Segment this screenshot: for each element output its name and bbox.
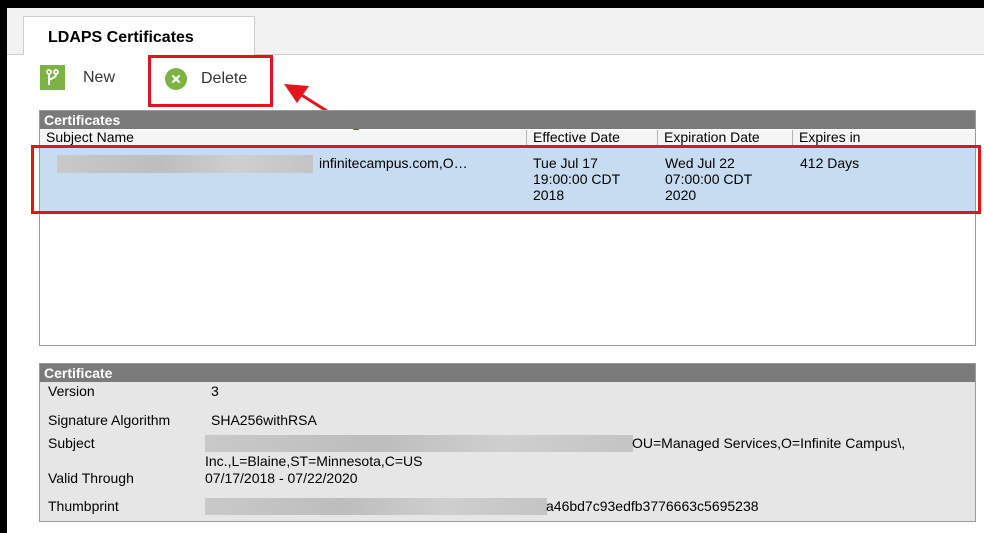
- delete-highlight-box: [148, 55, 273, 107]
- signature-algorithm-label: Signature Algorithm: [48, 412, 171, 428]
- window-frame-left: [0, 0, 7, 533]
- new-button-label: New: [83, 68, 116, 86]
- branch-icon: [40, 65, 65, 90]
- col-expires-in[interactable]: Expires in: [793, 130, 975, 146]
- col-expiration-date[interactable]: Expiration Date: [658, 130, 793, 146]
- subject-value: OU=Managed Services,O=Infinite Campus\,: [632, 435, 906, 451]
- thumbprint-value: a46bd7c93edfb3776663c5695238: [546, 498, 759, 514]
- valid-through-value: 07/17/2018 - 07/22/2020: [205, 470, 358, 486]
- certificate-detail-panel: Certificate Version 3 Signature Algorith…: [39, 363, 976, 522]
- tab-title: LDAPS Certificates: [48, 29, 194, 46]
- col-subject-name[interactable]: Subject Name: [40, 130, 527, 146]
- redacted-thumbprint: [205, 498, 547, 515]
- row-highlight-box: [31, 145, 981, 214]
- window-frame-top: [0, 0, 984, 8]
- signature-algorithm-value: SHA256withRSA: [211, 412, 317, 428]
- valid-through-label: Valid Through: [48, 470, 134, 486]
- version-value: 3: [211, 383, 219, 399]
- new-button[interactable]: New: [40, 65, 115, 90]
- subject-label: Subject: [48, 435, 95, 451]
- certificates-header: Certificates: [40, 111, 975, 129]
- tab-strip: LDAPS Certificates: [7, 8, 984, 55]
- subject-value-continued: Inc.,L=Blaine,ST=Minnesota,C=US: [205, 453, 423, 469]
- certificate-header: Certificate: [40, 364, 975, 382]
- redacted-subject-detail: [205, 435, 633, 452]
- thumbprint-label: Thumbprint: [48, 498, 119, 514]
- version-label: Version: [48, 383, 95, 399]
- col-effective-date[interactable]: Effective Date: [527, 130, 658, 146]
- tab-ldaps-certificates[interactable]: LDAPS Certificates: [23, 16, 255, 55]
